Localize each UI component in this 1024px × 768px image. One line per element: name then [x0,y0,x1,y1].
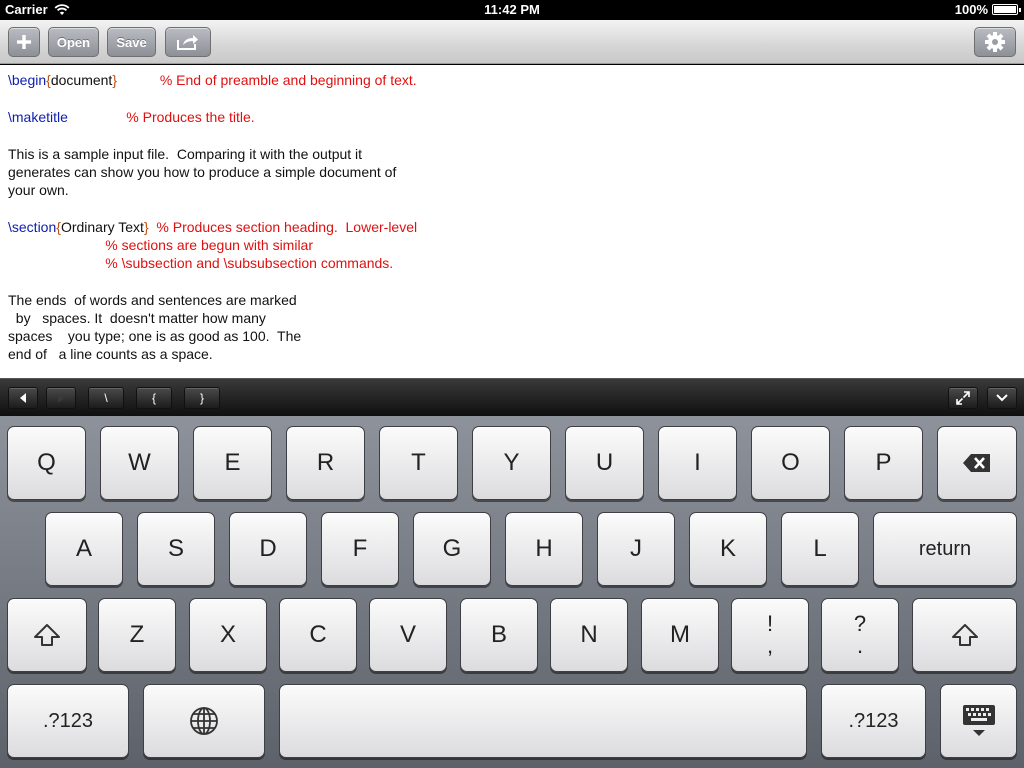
editor-line: \begin{document} % End of preamble and b… [8,72,417,88]
key-j[interactable]: J [597,512,675,586]
settings-button[interactable] [974,27,1016,57]
key-u[interactable]: U [565,426,644,500]
editor-line: % sections are begun with similar [105,237,314,253]
shift-icon [34,624,60,646]
editor-line: spaces you type; one is as good as 100. … [8,328,302,344]
shift-right-key[interactable] [912,598,1017,672]
clock: 11:42 PM [484,2,540,17]
key-l[interactable]: L [781,512,859,586]
new-document-button[interactable] [8,27,40,57]
share-button[interactable] [165,27,211,57]
key-s[interactable]: S [137,512,215,586]
key-bottom-glyph: . [856,633,864,658]
key-h[interactable]: H [505,512,583,586]
key-g[interactable]: G [413,512,491,586]
key-question-period[interactable]: ? . [821,598,899,672]
text-editor[interactable]: \begin{document} % End of preamble and b… [0,65,1024,378]
key-w[interactable]: W [100,426,179,500]
hide-keyboard-key[interactable] [940,684,1017,758]
key-k[interactable]: K [689,512,767,586]
key-bottom-glyph: , [766,633,774,658]
key-exclamation-comma[interactable]: ! , [731,598,809,672]
backspace-key[interactable] [937,426,1017,500]
editor-line: This is a sample input file. Comparing i… [8,146,363,162]
globe-icon [190,707,218,735]
editor-line: generates can show you how to produce a … [8,164,397,180]
key-top-glyph: ? [853,611,867,636]
left-arrow-icon [20,393,26,403]
battery-icon [992,4,1021,15]
right-arrow-icon [58,393,64,403]
insert-close-brace-button[interactable]: } [184,387,220,409]
key-f[interactable]: F [321,512,399,586]
editor-line: % \subsection and \subsubsection command… [105,255,394,271]
return-key[interactable]: return [873,512,1017,586]
key-y[interactable]: Y [472,426,551,500]
key-e[interactable]: E [193,426,272,500]
key-n[interactable]: N [550,598,628,672]
key-v[interactable]: V [369,598,447,672]
insert-backslash-button[interactable]: \ [88,387,124,409]
backspace-icon [963,454,990,472]
on-screen-keyboard: Q W E R T Y U I O P A S D F G H J K L re… [0,416,1024,768]
plus-icon [17,35,31,49]
editor-line: The ends of words and sentences are mark… [8,292,297,308]
globe-key[interactable] [143,684,265,758]
expand-button[interactable] [948,387,978,409]
chevron-down-icon [996,394,1008,402]
editor-line: your own. [8,182,69,198]
key-r[interactable]: R [286,426,365,500]
key-x[interactable]: X [189,598,267,672]
share-icon [177,35,198,50]
cursor-right-button[interactable] [46,387,76,409]
top-toolbar: Open Save [0,20,1024,64]
battery-percent: 100% [954,2,988,17]
key-p[interactable]: P [844,426,923,500]
key-q[interactable]: Q [7,426,86,500]
save-button[interactable]: Save [107,27,156,57]
space-key[interactable] [279,684,807,758]
expand-icon [956,391,970,405]
key-t[interactable]: T [379,426,458,500]
numbers-key-right[interactable]: .?123 [821,684,926,758]
key-top-glyph: ! [766,611,774,636]
key-o[interactable]: O [751,426,830,500]
open-button[interactable]: Open [48,27,99,57]
key-b[interactable]: B [460,598,538,672]
editor-line: end of a line counts as a space. [8,346,213,362]
key-d[interactable]: D [229,512,307,586]
cursor-left-button[interactable] [8,387,38,409]
editor-line: \maketitle % Produces the title. [8,109,255,125]
key-c[interactable]: C [279,598,357,672]
numbers-key-left[interactable]: .?123 [7,684,129,758]
keyboard-accessory-bar: \ { } [0,378,1024,416]
key-z[interactable]: Z [98,598,176,672]
hide-accessory-button[interactable] [987,387,1017,409]
battery-group: 100% [954,2,1021,17]
status-bar: Carrier 11:42 PM 100% [0,0,1024,20]
keyboard-hide-icon [962,705,995,736]
insert-open-brace-button[interactable]: { [136,387,172,409]
editor-line: \section{Ordinary Text} % Produces secti… [8,219,418,235]
shift-left-key[interactable] [7,598,87,672]
key-m[interactable]: M [641,598,719,672]
key-a[interactable]: A [45,512,123,586]
shift-icon [951,624,978,646]
key-i[interactable]: I [658,426,737,500]
editor-line: by spaces. It doesn't matter how many [8,310,266,326]
gear-icon [985,32,1005,52]
